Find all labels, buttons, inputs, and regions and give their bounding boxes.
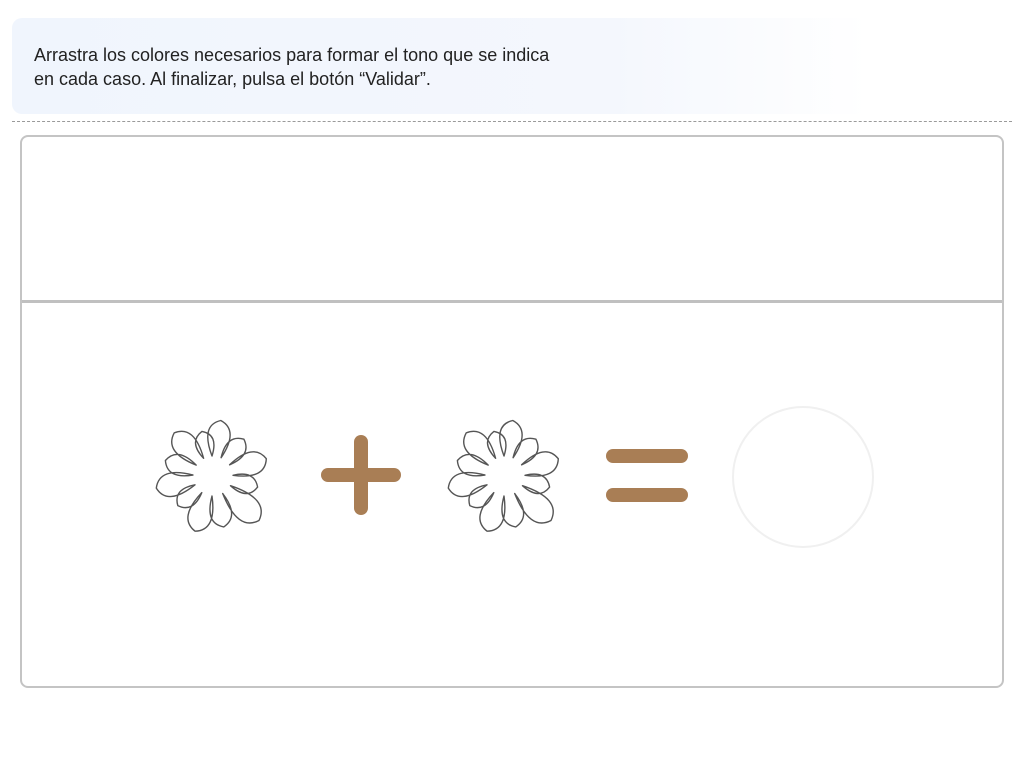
instructions-box: Arrastra los colores necesarios para for… xyxy=(12,18,868,114)
paint-splash-outline xyxy=(447,419,559,532)
paint-splash-outline xyxy=(155,419,267,532)
page: Arrastra los colores necesarios para for… xyxy=(0,0,1024,768)
plus-icon xyxy=(320,434,402,516)
instructions-text: Arrastra los colores necesarios para for… xyxy=(34,45,550,89)
dashed-divider xyxy=(12,121,1012,122)
equation-area xyxy=(22,304,1002,688)
paint-splash-outline-icon xyxy=(447,419,559,532)
panel-divider xyxy=(22,300,1002,303)
paint-splash-outline-icon xyxy=(155,419,267,532)
result-color-circle xyxy=(732,406,874,548)
equals-icon xyxy=(606,448,688,504)
activity-panel xyxy=(20,135,1004,688)
color-drop-slot-1[interactable] xyxy=(151,417,275,535)
color-drop-slot-2[interactable] xyxy=(443,417,567,535)
color-palette-area[interactable] xyxy=(22,137,1002,301)
